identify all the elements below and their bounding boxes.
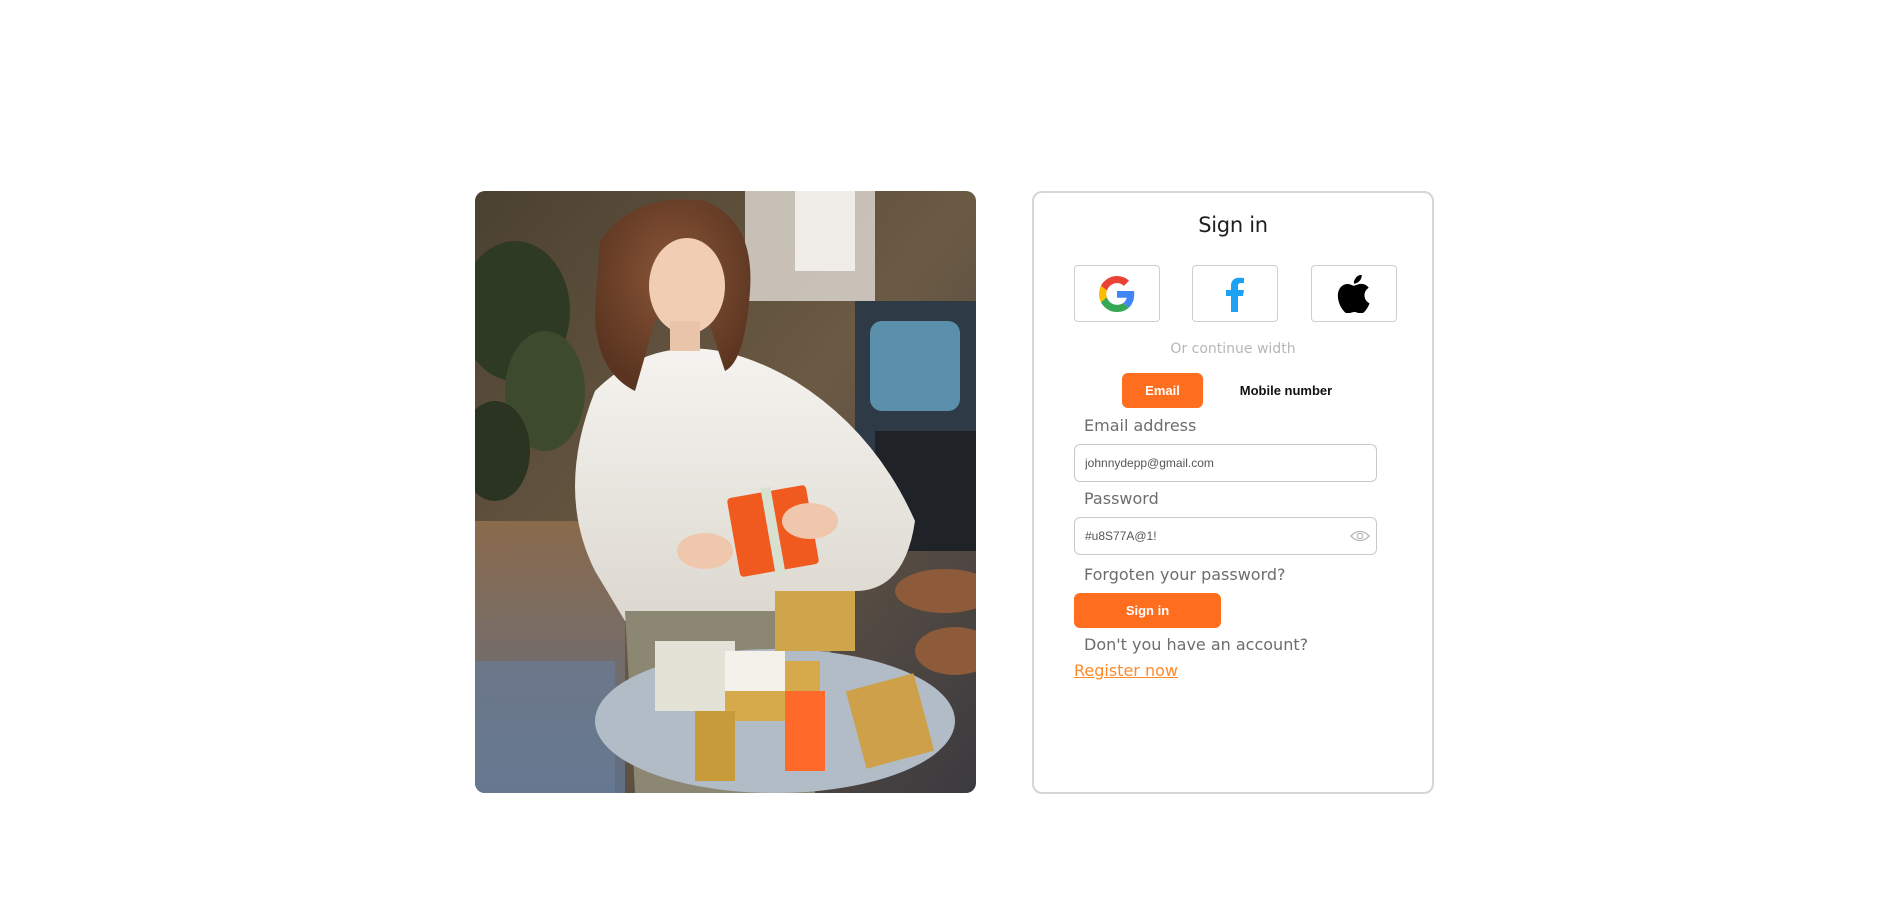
signin-card: Sign in Or continue width Email Mobile n…	[1032, 191, 1434, 794]
email-label: Email address	[1084, 416, 1197, 435]
email-field-wrapper	[1074, 444, 1377, 482]
register-now-link[interactable]: Register now	[1074, 661, 1178, 680]
no-account-text: Don't you have an account?	[1084, 635, 1309, 654]
facebook-icon	[1226, 277, 1244, 312]
google-signin-button[interactable]	[1074, 265, 1160, 322]
show-password-icon[interactable]	[1350, 528, 1370, 544]
password-field-wrapper	[1074, 517, 1377, 555]
forgot-password-link[interactable]: Forgoten your password?	[1084, 565, 1286, 584]
tab-email[interactable]: Email	[1122, 373, 1203, 408]
facebook-signin-button[interactable]	[1192, 265, 1278, 322]
or-continue-text: Or continue width	[1170, 341, 1296, 357]
page: Sign in Or continue width Email Mobile n…	[0, 0, 1901, 907]
signin-button[interactable]: Sign in	[1074, 593, 1221, 628]
apple-signin-button[interactable]	[1311, 265, 1397, 322]
password-field[interactable]	[1075, 518, 1325, 554]
apple-icon	[1337, 274, 1370, 313]
google-icon	[1099, 275, 1135, 312]
hero-photo	[475, 191, 976, 793]
photo-woman-wrapping-gifts	[475, 191, 976, 793]
signin-title: Sign in	[1198, 213, 1268, 237]
password-label: Password	[1084, 489, 1159, 508]
tab-mobile-number[interactable]: Mobile number	[1226, 373, 1346, 408]
email-field[interactable]	[1075, 445, 1325, 481]
